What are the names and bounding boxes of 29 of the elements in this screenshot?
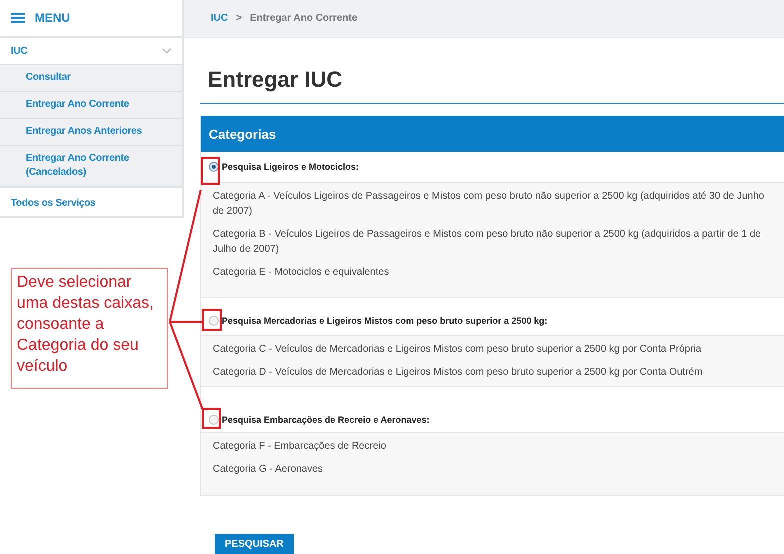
sidebar-item[interactable]: IUC [11, 46, 28, 56]
category-text: Categoria D - Veículos de Mercadorias e Ligeiros Mistos com peso bruto superior a 2500 kg por Conta Outrém [213, 366, 704, 380]
search-button[interactable]: PESQUISAR [215, 534, 294, 554]
callout-note: Deve selecionar uma destas caixas, consoante a Categoria do seu veículo [11, 268, 168, 389]
group-label: Pesquisa Mercadorias e Ligeiros Mistos com peso bruto superior a 2500 kg: [222, 316, 548, 326]
category-text: Categoria C - Veículos de Mercadorias e Ligeiros Mistos com peso bruto superior a 2500 kg por Conta Própria [213, 343, 703, 357]
sidebar-subitem[interactable]: Entregar Anos Anteriores [0, 118, 182, 145]
category-text: Categoria F - Embarcações de Recreio [213, 440, 388, 454]
chevron-icon[interactable] [162, 48, 172, 54]
radio-button[interactable] [209, 316, 219, 326]
sidebar-subitem[interactable]: Entregar Ano Corrente (Cancelados) [0, 145, 182, 186]
panel-header: Categorias [201, 116, 784, 152]
group-label: Pesquisa Embarcações de Recreio e Aeronaves: [222, 414, 430, 424]
breadcrumb-current: Entregar Ano Corrente [250, 13, 358, 24]
menu-label[interactable]: MENU [35, 11, 70, 25]
breadcrumb-link[interactable]: IUC [211, 13, 228, 24]
menu-icon[interactable] [11, 13, 25, 23]
sidebar-subitem[interactable]: Entregar Ano Corrente [0, 91, 182, 118]
sidebar-subitem[interactable]: Consultar [0, 64, 182, 91]
category-text: Categoria G - Aeronaves [213, 463, 324, 477]
breadcrumb-separator: > [236, 13, 242, 24]
category-text: Categoria A - Veículos Ligeiros de Passageiros e Mistos com peso bruto não superior a 2500 kg (adquiridos até 30 de Junho de 2007) [213, 190, 766, 219]
sidebar-item[interactable]: Todos os Serviços [11, 198, 96, 208]
radio-button[interactable] [209, 414, 219, 424]
page-title: Entregar IUC [200, 67, 784, 104]
radio-button[interactable] [209, 162, 219, 172]
group-label: Pesquisa Ligeiros e Motociclos: [222, 162, 360, 172]
category-text: Categoria B - Veículos Ligeiros de Passageiros e Mistos com peso bruto não superior a 2500 kg (adquiridos a partir de 1 de Julho de 2007) [213, 228, 762, 257]
category-text: Categoria E - Motociclos e equivalentes [213, 266, 390, 280]
